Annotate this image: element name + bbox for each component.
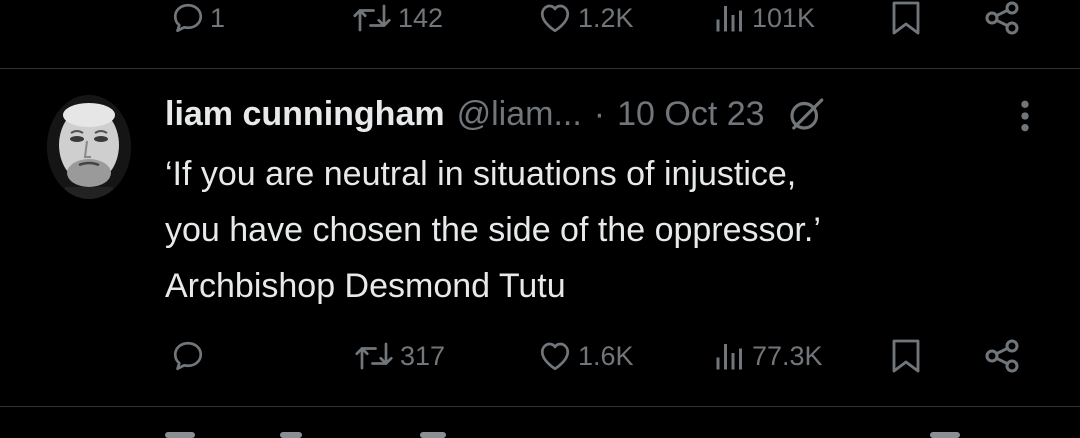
avatar-portrait [47, 95, 131, 199]
next-tweet-peek [0, 426, 1080, 438]
tweet-text-line: you have chosen the side of the oppresso… [165, 211, 821, 249]
tweet-text: ‘If you are neutral in situations of inj… [165, 146, 1045, 314]
reply-icon [173, 3, 203, 33]
next-tweet-cropped-text [420, 432, 446, 438]
prev-like-button[interactable]: 1.2K [536, 0, 634, 48]
prev-tweet-action-bar: 1 142 1.2K 101K [0, 0, 1080, 48]
retweet-count: 317 [400, 340, 446, 371]
tweet-date[interactable]: 10 Oct 23 [617, 95, 764, 134]
prev-retweet-count: 142 [398, 2, 444, 33]
reply-button[interactable] [170, 326, 206, 386]
like-icon [540, 342, 570, 371]
retweet-button[interactable]: 317 [352, 326, 445, 386]
bookmark-button[interactable] [888, 326, 924, 386]
grok-icon[interactable] [785, 93, 827, 135]
views-icon [716, 6, 742, 32]
share-icon [985, 339, 1019, 373]
bookmark-icon [892, 1, 920, 35]
reply-icon [173, 341, 203, 371]
next-tweet-cropped-text [930, 432, 960, 438]
prev-bookmark-button[interactable] [888, 0, 924, 48]
separator-dot: · [593, 94, 606, 133]
prev-reply-count: 1 [210, 2, 226, 33]
tweet-divider [0, 68, 1080, 69]
retweet-icon [353, 4, 391, 32]
view-count: 77.3K [752, 340, 823, 371]
prev-reply-button[interactable]: 1 [170, 0, 225, 48]
views-button[interactable]: 77.3K [712, 326, 823, 386]
tweet-divider [0, 406, 1080, 407]
like-count: 1.6K [578, 340, 634, 371]
tweet-header: liam cunningham @liam... · 10 Oct 23 [165, 88, 827, 140]
prev-views-button[interactable]: 101K [712, 0, 815, 48]
more-options-button[interactable] [1010, 96, 1040, 141]
bookmark-icon [892, 339, 920, 373]
author-handle[interactable]: @liam... [457, 95, 582, 134]
tweet-text-line: ‘If you are neutral in situations of inj… [165, 155, 797, 193]
like-icon [540, 4, 570, 33]
share-button[interactable] [982, 326, 1022, 386]
prev-share-button[interactable] [982, 0, 1022, 48]
share-icon [985, 1, 1019, 35]
author-name[interactable]: liam cunningham [165, 95, 445, 134]
next-tweet-cropped-text [280, 432, 302, 438]
prev-like-count: 1.2K [578, 2, 634, 33]
prev-view-count: 101K [752, 2, 816, 33]
next-tweet-cropped-text [165, 432, 195, 438]
avatar[interactable] [47, 95, 131, 199]
tweet-text-line: Archbishop Desmond Tutu [165, 267, 566, 305]
more-icon [1021, 100, 1029, 132]
tweet-action-bar: 317 1.6K 77.3K [0, 326, 1080, 386]
retweet-icon [355, 342, 393, 370]
like-button[interactable]: 1.6K [536, 326, 634, 386]
views-icon [716, 344, 742, 370]
prev-retweet-button[interactable]: 142 [350, 0, 443, 48]
